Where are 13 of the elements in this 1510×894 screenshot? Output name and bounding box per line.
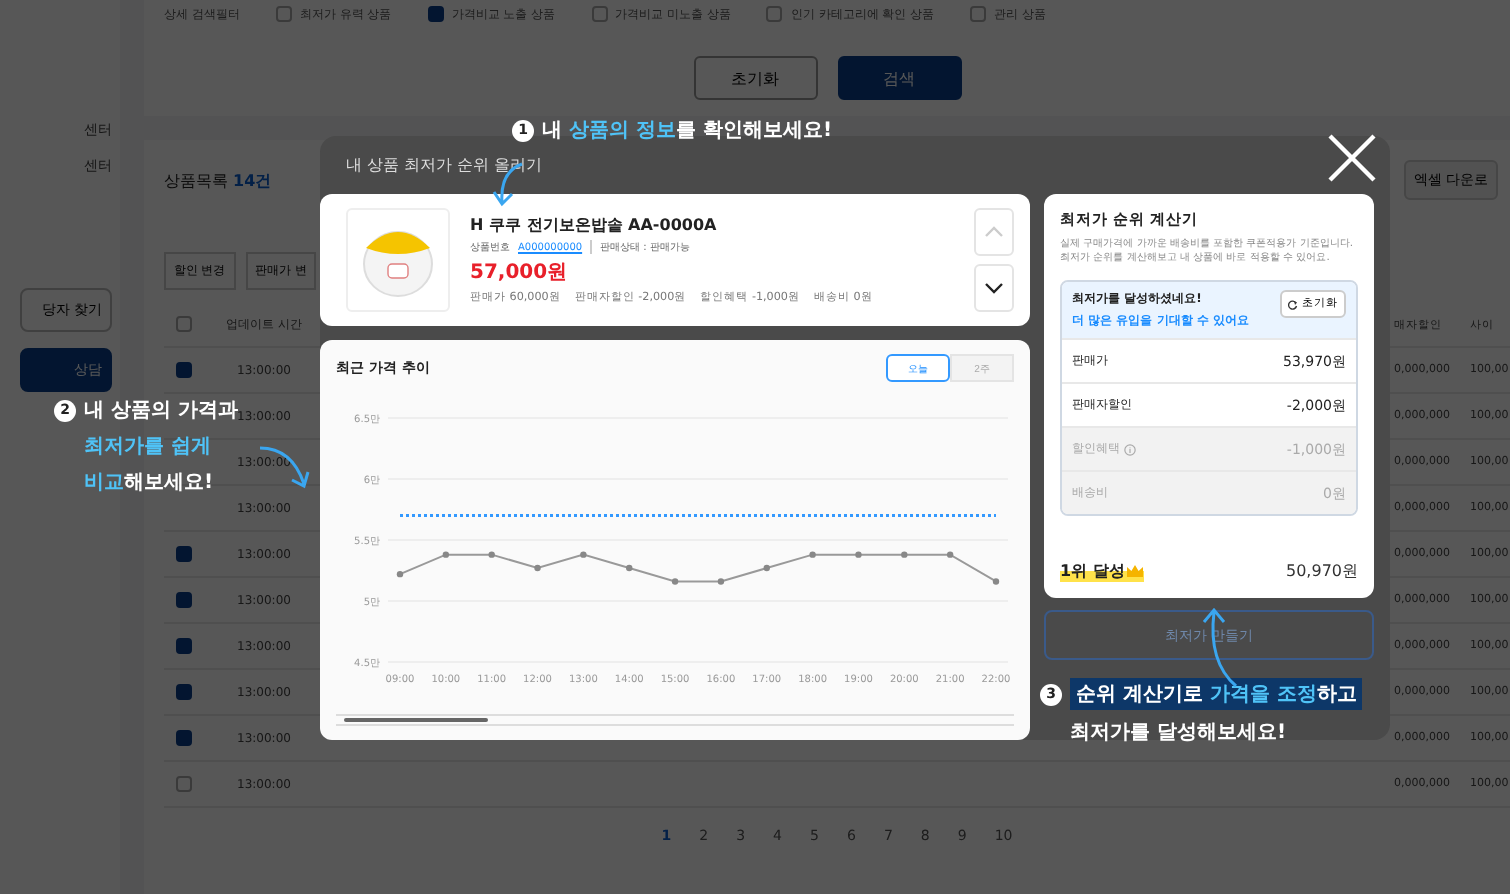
callout-text: 내 상품의 정보를 확인해보세요!	[542, 118, 833, 144]
product-price: 57,000원	[470, 260, 570, 286]
search-button[interactable]: 검색	[837, 56, 961, 100]
callout-text: 내 상품의 가격과	[84, 398, 238, 424]
product-name: H 쿠쿠 전기보온밥솥 AA-0000A	[470, 214, 719, 236]
callout-text: 비교해보세요!	[84, 470, 214, 496]
callout-text: 최저가를 쉽게	[84, 434, 211, 460]
list-title: 상품목록 14건	[164, 169, 272, 191]
callout-text: 순위 계산기로 가격을 조정하고	[1070, 678, 1363, 710]
callout-text: 최저가를 달성해보세요!	[1070, 720, 1287, 746]
total-price: 50,970원	[1286, 560, 1358, 582]
modal-title: 내 상품 최저가 순위 올리기	[346, 156, 543, 176]
reset-button[interactable]: 초기화	[693, 56, 817, 100]
